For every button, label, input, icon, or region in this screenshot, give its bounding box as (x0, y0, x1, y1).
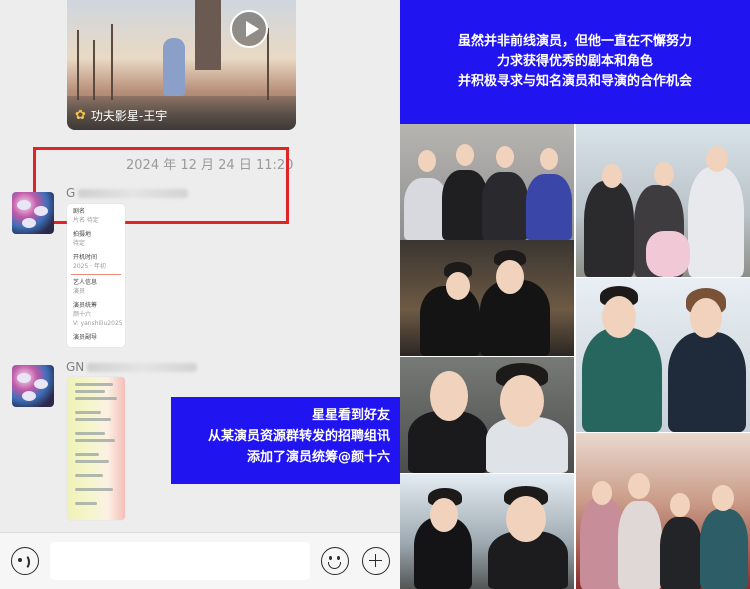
group-photo-7 (576, 433, 750, 589)
blurred-name (78, 189, 189, 198)
screenshot-root: ✿ 功夫影星-王宇 2024 年 12 月 24 日 11:20 G 剧名 片名… (0, 0, 750, 589)
video-thumbnail-building (195, 0, 221, 70)
caption-banner-right: 虽然并非前线演员，但他一直在不懈努力 力求获得优秀的剧本和角色 并积极寻求与知名… (400, 0, 750, 124)
doc-line: 演员统筹 (73, 302, 98, 309)
doc-line: 待定 (73, 240, 86, 247)
video-card[interactable]: ✿ 功夫影星-王宇 (67, 0, 296, 130)
group-photo-4 (576, 278, 750, 432)
video-channel-label: ✿ 功夫影星-王宇 (75, 107, 167, 124)
photo-collage: 虽然并非前线演员，但他一直在不懈努力 力求获得优秀的剧本和角色 并积极寻求与知名… (400, 0, 750, 589)
recruitment-doc-image-2[interactable] (67, 377, 125, 520)
caption-line: 添加了演员统筹@颜十六 (246, 450, 390, 465)
doc-line: 演员副导 (73, 334, 98, 341)
avatar[interactable] (12, 192, 54, 234)
caption-line: 从某演员资源群转发的招聘组讯 (207, 429, 390, 444)
doc-line: 剧名 (73, 208, 86, 215)
plus-icon[interactable] (362, 547, 390, 575)
caption-banner-left: 星星看到好友 从某演员资源群转发的招聘组讯 添加了演员统筹@颜十六 (171, 397, 400, 484)
video-channel-name: 功夫影星-王宇 (90, 109, 168, 123)
doc-line: 演员 (73, 288, 86, 295)
chat-panel: ✿ 功夫影星-王宇 2024 年 12 月 24 日 11:20 G 剧名 片名… (0, 0, 400, 589)
smiley-icon[interactable] (321, 547, 349, 575)
blurred-name (87, 363, 198, 372)
doc-line: 片名 待定 (73, 217, 99, 224)
play-icon[interactable] (230, 10, 268, 48)
group-photo-3 (400, 240, 574, 356)
group-photo-6 (400, 474, 574, 589)
message-input[interactable] (50, 542, 310, 580)
group-photo-1 (400, 124, 574, 240)
video-thumbnail-person (163, 38, 185, 96)
chat-input-bar (0, 532, 400, 589)
group-photo-5 (400, 357, 574, 473)
doc-line: 开机时间 (73, 254, 98, 261)
butterfly-icon: ✿ (75, 108, 86, 123)
doc-line: V: yanshiliu2025 (73, 320, 123, 327)
caption-line: 并积极寻求与知名演员和导演的合作机会 (457, 74, 692, 89)
caption-line: 星星看到好友 (311, 408, 390, 423)
doc-line: 拍摄地 (73, 231, 92, 238)
doc-line: 艺人信息 (73, 279, 98, 286)
avatar[interactable] (12, 365, 54, 407)
doc-line: 2025 · 年初 (73, 263, 106, 270)
caption-line: 力求获得优秀的剧本和角色 (496, 54, 653, 69)
doc-line: 颜十六 (73, 311, 92, 318)
group-photo-2 (576, 124, 750, 277)
sender-name: GN (66, 360, 198, 374)
sender-name: G (66, 186, 189, 200)
caption-line: 虽然并非前线演员，但他一直在不懈努力 (457, 34, 692, 49)
voice-icon[interactable] (11, 547, 39, 575)
recruitment-doc-image[interactable]: 剧名 片名 待定 拍摄地 待定 开机时间 2025 · 年初 艺人信息 演员 演… (67, 204, 125, 347)
